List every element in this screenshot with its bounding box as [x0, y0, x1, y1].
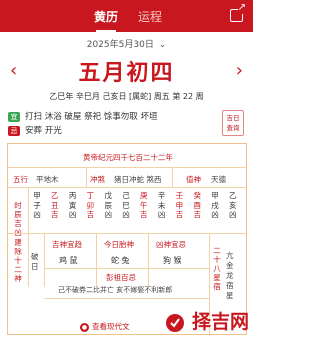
taishen-value: 蛇 兔: [111, 256, 130, 265]
shichen-label: 时辰吉凶: [14, 201, 22, 237]
taishen-label: 今日胎神: [104, 240, 134, 249]
xiu-label: 二十八星宿: [213, 246, 221, 291]
hour-gan: 辛: [157, 191, 166, 200]
hour-zhi: 卯: [86, 200, 95, 210]
hour-column: 丁卯吉: [85, 191, 95, 220]
hour-luck: 凶: [122, 210, 130, 219]
hour-column: 乙丑吉: [50, 191, 60, 220]
lunar-date-title: 五月初四: [78, 60, 175, 86]
hour-zhi: 午: [140, 200, 148, 210]
watermark-logo-icon: [166, 314, 184, 332]
hour-zhi: 申: [175, 200, 184, 210]
era-year: 黄帝纪元四千七百二十二年: [83, 153, 173, 162]
jianchu-label: 建除十二神: [14, 238, 22, 283]
ji-text: 安葬 开光: [25, 126, 62, 136]
ji-row: 忌安葬 开光: [8, 124, 62, 136]
solar-date: 2025年5月30日: [86, 40, 154, 50]
xiu-value: 亢金龙宿星: [226, 251, 234, 300]
pengzu-label: 彭祖百忌: [106, 273, 136, 282]
hour-luck: 凶: [229, 210, 237, 219]
hour-zhi: 未: [157, 200, 166, 210]
hour-gan: 己: [122, 191, 130, 200]
yi-text: 打扫 沐浴 破屋 祭祀 馀事勿取 坏垣: [25, 112, 158, 122]
hour-luck: 凶: [104, 210, 112, 219]
hour-zhi: 辰: [104, 200, 112, 210]
hour-gan: 乙: [229, 191, 237, 200]
auspicious-day-query-button[interactable]: 吉日 查询: [222, 110, 244, 136]
hour-zhi: 巳: [122, 200, 130, 210]
jianchu-value: 破日: [31, 252, 39, 271]
tab-almanac[interactable]: 黄历: [94, 8, 118, 32]
hour-gan: 乙: [51, 191, 59, 200]
hour-luck: 吉: [51, 210, 59, 219]
hour-column: 己巳凶: [121, 191, 131, 220]
hour-gan: 戊: [104, 191, 112, 200]
hour-gan: 壬: [175, 191, 184, 200]
hour-column: 甲戌凶: [210, 191, 220, 220]
yi-badge: 宜: [8, 111, 20, 122]
solar-date-selector[interactable]: 2025年5月30日 ⌄: [0, 37, 253, 50]
pengzu-value: 己不破券二比并亡 亥不嫁娶不利新郎: [58, 286, 173, 294]
hour-luck: 凶: [157, 210, 166, 219]
hour-column: 甲子凶: [32, 191, 42, 220]
chongsha-label: 冲煞: [90, 175, 105, 184]
tab-fortune[interactable]: 运程: [138, 8, 162, 25]
share-icon[interactable]: [230, 3, 246, 22]
hour-gan: 庚: [140, 191, 148, 200]
wuxing-label: 五行: [13, 175, 28, 184]
view-modern-text-button[interactable]: ● 查看现代文: [80, 321, 130, 332]
hour-luck: 吉: [140, 210, 148, 219]
view-modern-text-label: 查看现代文: [92, 322, 130, 331]
hour-column: 癸酉吉: [192, 191, 202, 220]
hour-column: 乙亥凶: [228, 191, 238, 220]
xiongshen-label: 凶神宜忌: [156, 240, 186, 249]
chevron-down-icon: ⌄: [158, 40, 167, 50]
yi-row: 宜打扫 沐浴 破屋 祭祀 馀事勿取 坏垣: [8, 110, 158, 122]
hour-luck: 凶: [68, 210, 77, 219]
hour-zhi: 亥: [229, 200, 237, 210]
zhishen-value: 天德: [211, 175, 226, 184]
hour-column: 戊辰凶: [103, 191, 113, 220]
jiri-line2: 查询: [226, 124, 240, 132]
jishen-value: 鸡 鼠: [59, 256, 78, 265]
jiri-line1: 吉日: [226, 114, 240, 122]
hour-zhi: 丑: [51, 200, 59, 210]
jishen-label: 吉神宜趋: [52, 240, 82, 249]
hour-gan: 丁: [86, 191, 95, 200]
hour-column: 辛未凶: [157, 191, 167, 220]
hour-zhi: 子: [33, 200, 41, 210]
hour-luck: 吉: [193, 210, 201, 219]
info-icon: ●: [80, 323, 89, 332]
hour-zhi: 寅: [68, 200, 77, 210]
hour-gan: 癸: [193, 191, 201, 200]
hour-zhi: 酉: [193, 200, 201, 210]
top-bar: 黄历 运程: [0, 0, 253, 32]
hour-zhi: 戌: [211, 200, 219, 210]
hour-column: 壬申吉: [174, 191, 184, 220]
wuxing-value: 平地木: [36, 175, 59, 184]
hour-column: 庚午吉: [139, 191, 149, 220]
hour-gan: 丙: [68, 191, 77, 200]
watermark-text: 择吉网: [191, 311, 249, 333]
hour-luck: 吉: [175, 210, 184, 219]
hour-luck: 凶: [211, 210, 219, 219]
zhishen-label: 值神: [186, 175, 201, 184]
hour-luck: 吉: [86, 210, 95, 219]
chongsha-value: 猪日冲蛇 煞西: [114, 175, 162, 184]
xiongshen-value: 狗 猴: [163, 256, 182, 265]
hour-column: 丙寅凶: [68, 191, 78, 220]
hour-luck: 凶: [33, 210, 41, 219]
hour-gan: 甲: [211, 191, 219, 200]
ji-badge: 忌: [8, 125, 20, 136]
hour-gan: 甲: [33, 191, 41, 200]
ganzhi-line: 乙巳年 辛巳月 己亥日 [属蛇] 周五 第 22 周: [49, 92, 204, 101]
